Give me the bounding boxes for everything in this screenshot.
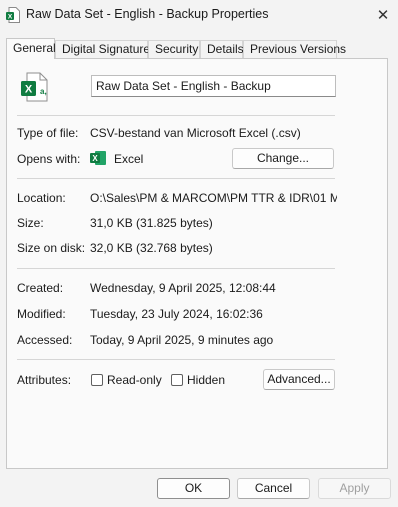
svg-text:X: X: [92, 154, 98, 163]
accessed-value: Today, 9 April 2025, 9 minutes ago: [90, 333, 274, 347]
svg-text:X: X: [8, 13, 13, 20]
close-icon: ✕: [376, 7, 390, 24]
file-name-input[interactable]: Raw Data Set - English - Backup: [91, 75, 336, 97]
created-value: Wednesday, 9 April 2025, 12:08:44: [90, 281, 276, 295]
size-on-disk-value: 32,0 KB (32.768 bytes): [90, 241, 213, 255]
general-panel: X a, Raw Data Set - English - Backup Typ…: [6, 58, 388, 469]
location-value: O:\Sales\PM & MARCOM\PM TTR & IDR\01 Mar…: [90, 191, 337, 205]
created-label: Created:: [17, 281, 64, 295]
readonly-checkbox[interactable]: [91, 374, 103, 386]
close-button[interactable]: ✕: [368, 0, 398, 30]
hidden-label: Hidden: [187, 373, 226, 387]
ok-button[interactable]: OK: [157, 478, 230, 499]
svg-text:X: X: [25, 84, 33, 96]
separator: [17, 268, 335, 269]
modified-value: Tuesday, 23 July 2024, 16:02:36: [90, 307, 263, 321]
title-bar: X Raw Data Set - English - Backup Proper…: [0, 0, 398, 30]
apply-button[interactable]: Apply: [318, 478, 391, 499]
type-of-file-value: CSV-bestand van Microsoft Excel (.csv): [90, 126, 301, 140]
advanced-button[interactable]: Advanced...: [263, 369, 335, 390]
tab-digital-signatures[interactable]: Digital Signatures: [55, 40, 156, 58]
hidden-checkbox[interactable]: [171, 374, 183, 386]
window-title: Raw Data Set - English - Backup Properti…: [26, 7, 269, 21]
tab-previous-versions[interactable]: Previous Versions: [243, 40, 346, 58]
excel-file-icon: X: [6, 7, 20, 23]
svg-text:a,: a,: [40, 87, 47, 96]
tab-details[interactable]: Details: [200, 40, 244, 58]
size-value: 31,0 KB (31.825 bytes): [90, 216, 213, 230]
location-label: Location:: [17, 191, 66, 205]
cancel-button[interactable]: Cancel: [237, 478, 310, 499]
readonly-label: Read-only: [107, 373, 162, 387]
modified-label: Modified:: [17, 307, 66, 321]
attributes-label: Attributes:: [17, 373, 72, 387]
opens-with-label: Opens with:: [17, 152, 81, 166]
tab-general[interactable]: General: [6, 38, 56, 59]
type-of-file-label: Type of file:: [17, 126, 79, 140]
size-on-disk-label: Size on disk:: [17, 241, 86, 255]
separator: [17, 359, 335, 360]
excel-document-icon: X a,: [21, 72, 48, 102]
tab-security[interactable]: Security: [148, 40, 200, 58]
separator: [17, 115, 335, 116]
size-label: Size:: [17, 216, 44, 230]
separator: [17, 178, 335, 179]
accessed-label: Accessed:: [17, 333, 73, 347]
opens-with-app: Excel: [114, 152, 144, 166]
excel-app-icon: X: [90, 151, 106, 165]
change-button[interactable]: Change...: [232, 148, 334, 169]
